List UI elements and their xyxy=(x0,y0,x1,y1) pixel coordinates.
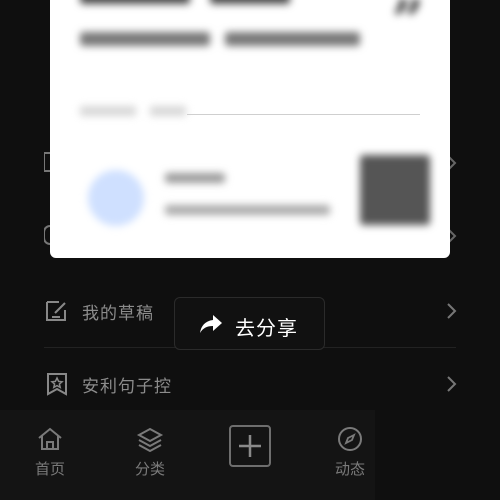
divider xyxy=(187,114,420,115)
screen: 我的草稿 安利句子控 首页 分类 动态 ” 去分享 xyxy=(0,0,500,500)
bottom-nav: 首页 分类 动态 xyxy=(0,410,375,500)
quote-share-card[interactable]: ” xyxy=(50,0,450,258)
share-arrow-icon xyxy=(200,315,222,333)
star-bookmark-icon xyxy=(47,373,67,396)
home-icon xyxy=(38,427,62,450)
nav-item-home[interactable]: 首页 xyxy=(20,426,80,479)
layers-icon xyxy=(136,427,164,452)
menu-item-label: 我的草稿 xyxy=(82,303,154,324)
share-button[interactable]: 去分享 xyxy=(174,297,325,350)
chevron-right-icon xyxy=(447,303,457,319)
nav-item-category[interactable]: 分类 xyxy=(120,426,180,479)
cover-image xyxy=(360,155,430,225)
nav-label: 动态 xyxy=(334,460,365,478)
nav-label: 分类 xyxy=(134,460,165,478)
nav-item-dynamic[interactable]: 动态 xyxy=(320,426,380,479)
compass-icon xyxy=(338,427,362,451)
share-label: 去分享 xyxy=(235,316,298,340)
nav-label: 首页 xyxy=(34,460,65,478)
add-square-icon xyxy=(239,435,261,457)
menu-item-label: 安利句子控 xyxy=(82,376,172,397)
chevron-right-icon xyxy=(447,376,457,392)
edit-box-icon xyxy=(46,301,66,321)
add-square-button[interactable] xyxy=(229,425,271,467)
quote-mark-icon: ” xyxy=(391,0,424,54)
thumbnail xyxy=(88,170,144,226)
